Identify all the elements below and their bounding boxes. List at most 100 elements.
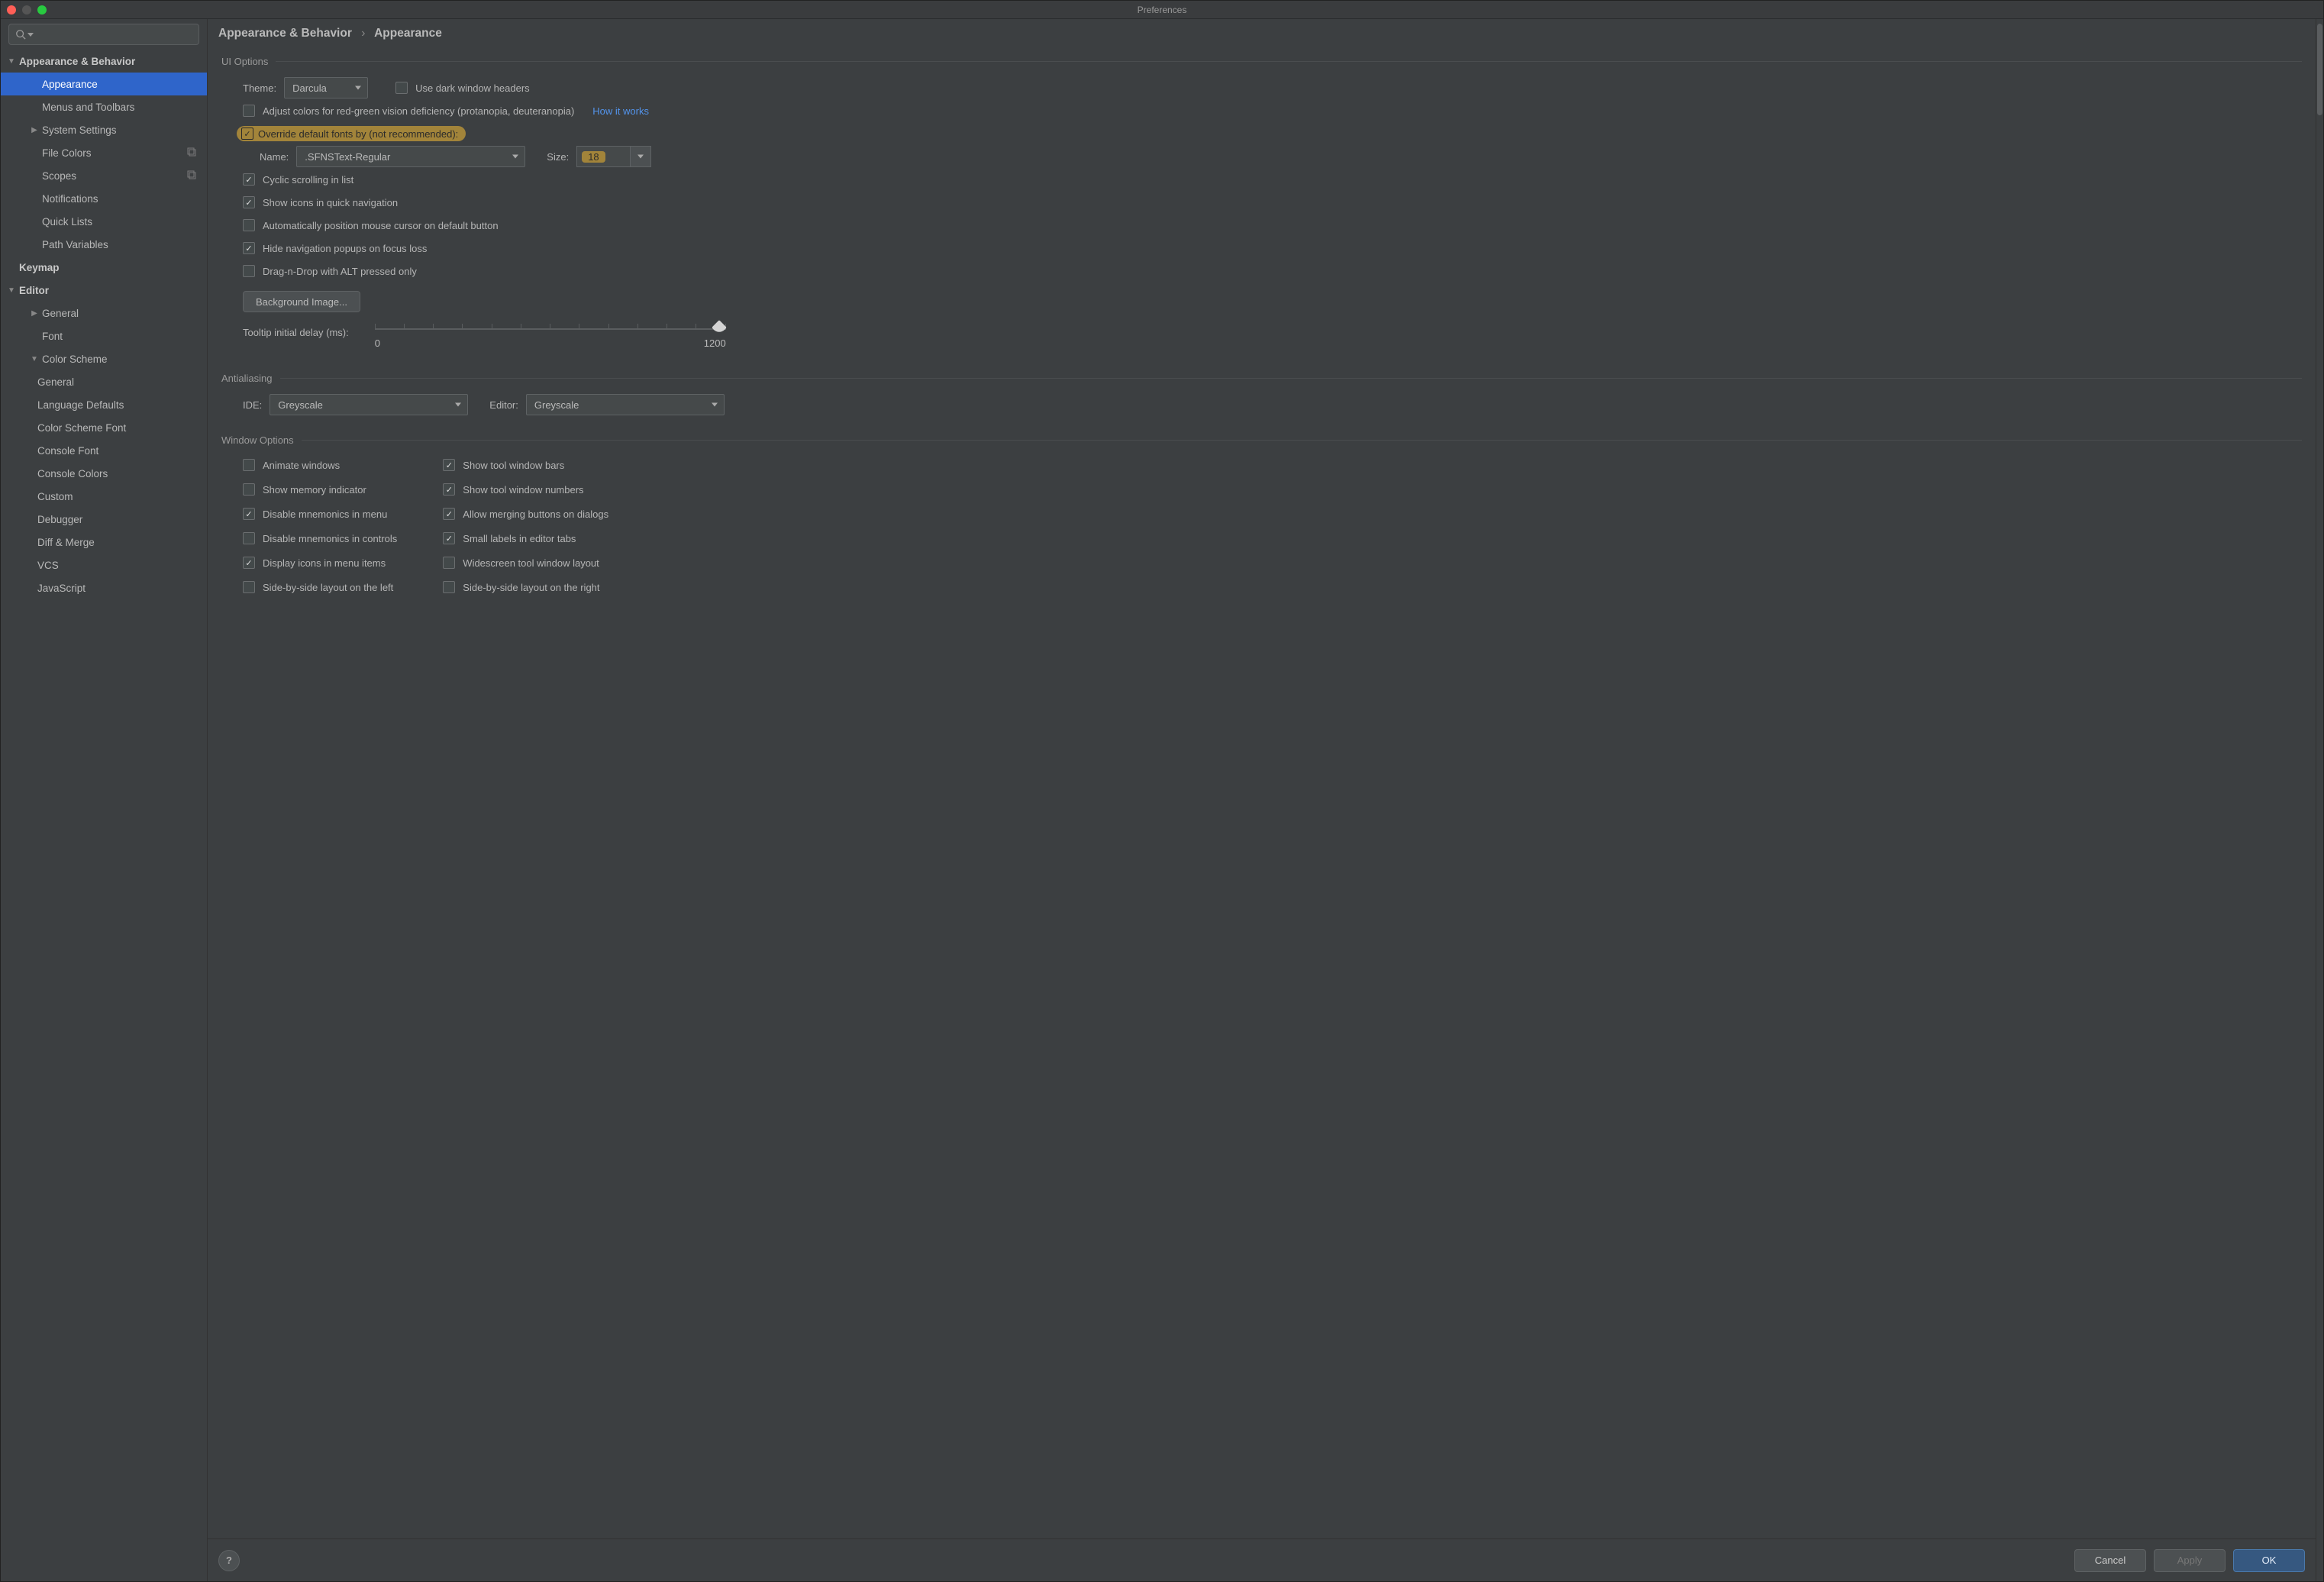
option-label: Side-by-side layout on the right xyxy=(463,582,599,593)
checkbox[interactable] xyxy=(443,483,455,496)
how-it-works-link[interactable]: How it works xyxy=(592,105,649,117)
sidebar-item-javascript[interactable]: JavaScript xyxy=(1,576,207,599)
settings-panel: UI Options Theme: Darcula Use dark windo… xyxy=(208,45,2316,1538)
checkbox[interactable] xyxy=(243,581,255,593)
ok-button[interactable]: OK xyxy=(2233,1549,2305,1572)
option-side-by-side-layout-on-the-right: Side-by-side layout on the right xyxy=(443,577,608,597)
tooltip-slider[interactable]: 0 1200 xyxy=(375,324,726,354)
adjust-colors-checkbox[interactable] xyxy=(243,105,255,117)
close-icon[interactable] xyxy=(7,5,16,15)
hidenav-checkbox[interactable] xyxy=(243,242,255,254)
sidebar-item-vcs[interactable]: VCS xyxy=(1,554,207,576)
theme-select[interactable]: Darcula xyxy=(284,77,368,98)
checkbox[interactable] xyxy=(443,532,455,544)
font-size-stepper[interactable] xyxy=(630,146,651,167)
minimize-icon xyxy=(22,5,31,15)
sidebar-item-label: Debugger xyxy=(37,514,82,525)
cancel-button[interactable]: Cancel xyxy=(2074,1549,2146,1572)
apply-button[interactable]: Apply xyxy=(2154,1549,2226,1572)
sidebar-item-label: Custom xyxy=(37,491,73,502)
sidebar-item-appearance-behavior[interactable]: ▼Appearance & Behavior xyxy=(1,50,207,73)
sidebar-item-font[interactable]: Font xyxy=(1,324,207,347)
checkbox[interactable] xyxy=(243,508,255,520)
sidebar-item-quick-lists[interactable]: Quick Lists xyxy=(1,210,207,233)
search-icon xyxy=(15,29,26,40)
sidebar-item-label: Keymap xyxy=(19,262,60,273)
search-input[interactable] xyxy=(8,24,199,45)
cyclic-checkbox[interactable] xyxy=(243,173,255,186)
theme-value: Darcula xyxy=(292,82,327,94)
checkbox[interactable] xyxy=(443,557,455,569)
cyclic-row: Cyclic scrolling in list xyxy=(221,168,2302,191)
option-label: Disable mnemonics in controls xyxy=(263,533,397,544)
checkbox[interactable] xyxy=(443,508,455,520)
sidebar-item-label: File Colors xyxy=(42,147,92,159)
background-image-button[interactable]: Background Image... xyxy=(243,291,360,312)
dark-headers-checkbox[interactable] xyxy=(395,82,408,94)
font-size-input[interactable]: 18 xyxy=(576,146,630,167)
scrollbar-gutter[interactable] xyxy=(2316,19,2323,1581)
sidebar-item-console-colors[interactable]: Console Colors xyxy=(1,462,207,485)
sidebar-item-scopes[interactable]: Scopes xyxy=(1,164,207,187)
chevron-down-icon: ▼ xyxy=(27,355,42,363)
scrollbar-thumb[interactable] xyxy=(2317,24,2322,115)
sidebar-item-menus-and-toolbars[interactable]: Menus and Toolbars xyxy=(1,95,207,118)
sidebar-item-debugger[interactable]: Debugger xyxy=(1,508,207,531)
sidebar-item-general[interactable]: General xyxy=(1,370,207,393)
sidebar-item-diff-merge[interactable]: Diff & Merge xyxy=(1,531,207,554)
dnd-label: Drag-n-Drop with ALT pressed only xyxy=(263,266,417,277)
footer: ? Cancel Apply OK xyxy=(208,1538,2316,1581)
sidebar-item-appearance[interactable]: Appearance xyxy=(1,73,207,95)
checkbox[interactable] xyxy=(443,459,455,471)
option-show-tool-window-numbers: Show tool window numbers xyxy=(443,479,608,499)
checkbox[interactable] xyxy=(243,532,255,544)
font-size-spinner[interactable]: 18 xyxy=(576,146,651,167)
slider-min: 0 xyxy=(375,337,380,349)
dnd-checkbox[interactable] xyxy=(243,265,255,277)
option-label: Display icons in menu items xyxy=(263,557,386,569)
sidebar-item-general[interactable]: ▶General xyxy=(1,302,207,324)
zoom-icon[interactable] xyxy=(37,5,47,15)
window-options-col-right: Show tool window bars Show tool window nu… xyxy=(443,455,608,597)
sidebar-item-file-colors[interactable]: File Colors xyxy=(1,141,207,164)
breadcrumb-sep: › xyxy=(361,27,365,40)
sidebar-item-color-scheme[interactable]: ▼Color Scheme xyxy=(1,347,207,370)
sidebar-item-label: Diff & Merge xyxy=(37,537,95,548)
sidebar-item-label: Console Colors xyxy=(37,468,108,479)
font-name-label: Name: xyxy=(260,151,289,163)
option-label: Show tool window numbers xyxy=(463,484,583,496)
tooltip-row: Tooltip initial delay (ms): 0 1200 xyxy=(221,324,2302,354)
sidebar-item-system-settings[interactable]: ▶System Settings xyxy=(1,118,207,141)
aa-ide-select[interactable]: Greyscale xyxy=(270,394,468,415)
sidebar-item-label: General xyxy=(37,376,74,388)
content: Appearance & Behavior › Appearance UI Op… xyxy=(208,19,2316,1581)
checkbox[interactable] xyxy=(243,459,255,471)
chevron-down-icon: ▼ xyxy=(4,57,19,66)
help-button[interactable]: ? xyxy=(218,1550,240,1571)
dnd-row: Drag-n-Drop with ALT pressed only xyxy=(221,260,2302,282)
sidebar-item-keymap[interactable]: Keymap xyxy=(1,256,207,279)
autopos-checkbox[interactable] xyxy=(243,219,255,231)
override-fonts-row: Override default fonts by (not recommend… xyxy=(221,122,2302,145)
showicons-label: Show icons in quick navigation xyxy=(263,197,398,208)
sidebar-item-label: Language Defaults xyxy=(37,399,124,411)
option-label: Show tool window bars xyxy=(463,460,564,471)
sidebar-item-custom[interactable]: Custom xyxy=(1,485,207,508)
sidebar-item-console-font[interactable]: Console Font xyxy=(1,439,207,462)
checkbox[interactable] xyxy=(243,483,255,496)
sidebar-item-path-variables[interactable]: Path Variables xyxy=(1,233,207,256)
sidebar-item-language-defaults[interactable]: Language Defaults xyxy=(1,393,207,416)
sidebar-item-notifications[interactable]: Notifications xyxy=(1,187,207,210)
checkbox[interactable] xyxy=(443,581,455,593)
checkbox[interactable] xyxy=(243,557,255,569)
showicons-checkbox[interactable] xyxy=(243,196,255,208)
section-antialiasing: Antialiasing xyxy=(221,373,2302,384)
sidebar-item-label: Color Scheme Font xyxy=(37,422,126,434)
sidebar-item-editor[interactable]: ▼Editor xyxy=(1,279,207,302)
font-name-value: .SFNSText-Regular xyxy=(305,151,390,163)
font-name-select[interactable]: .SFNSText-Regular xyxy=(296,146,525,167)
sidebar-item-color-scheme-font[interactable]: Color Scheme Font xyxy=(1,416,207,439)
autopos-label: Automatically position mouse cursor on d… xyxy=(263,220,499,231)
aa-editor-select[interactable]: Greyscale xyxy=(526,394,725,415)
override-fonts-checkbox[interactable] xyxy=(241,128,253,140)
